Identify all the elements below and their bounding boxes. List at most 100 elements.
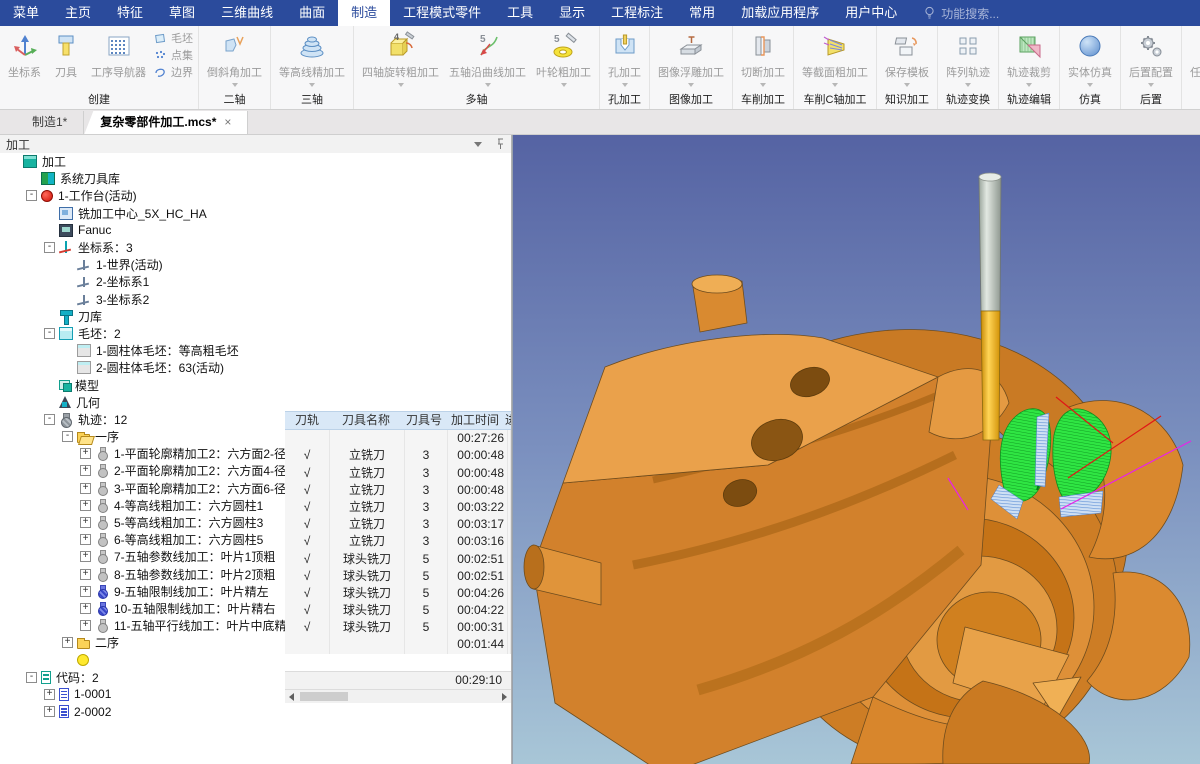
menu-item-0[interactable]: 菜单 [0,0,52,26]
table-row-10[interactable]: √ 球头铣刀 5 00:04:22 [285,602,511,620]
tree-item-14[interactable]: 几何 [0,394,511,411]
tree-item-32[interactable]: +2-0002 [0,703,511,720]
expand-icon[interactable]: + [80,620,91,632]
ribbon-button-0-1[interactable]: 刀具 [46,27,86,80]
tree-item-5[interactable]: - 坐标系：3 [0,239,511,256]
function-search[interactable]: 功能搜索... [924,5,999,22]
ribbon-button-12-0[interactable]: 后置配置 [1124,27,1178,87]
tree-item-8[interactable]: 3-坐标系2 [0,291,511,308]
ribbon-button-11-0[interactable]: 实体仿真 [1063,27,1117,87]
collapse-icon[interactable]: - [62,431,73,443]
ribbon-button-10-0[interactable]: 轨迹裁剪 [1002,27,1056,87]
menu-item-13[interactable]: 用户中心 [832,0,910,26]
table-row-12[interactable]: 00:01:44 [285,636,511,654]
op-tool-icon [95,533,109,548]
table-cell: 5 [405,602,448,620]
table-row-4[interactable]: √ 立铣刀 3 00:03:22 [285,498,511,517]
expand-icon[interactable]: + [80,517,91,529]
menu-item-1[interactable]: 主页 [52,0,104,26]
ribbon-button-9-0[interactable]: 阵列轨迹 [941,27,995,87]
close-icon[interactable]: × [224,111,231,134]
menu-item-5[interactable]: 曲面 [286,0,338,26]
viewport-3d[interactable] [512,135,1200,764]
ribbon-small-0-1[interactable]: 点集 [153,46,193,63]
expand-icon[interactable]: + [80,602,91,614]
table-row-7[interactable]: √ 球头铣刀 5 00:02:51 [285,550,511,568]
collapse-icon[interactable]: - [26,671,37,683]
ribbon-button-0-0[interactable]: 坐标系 [3,27,46,80]
tree-item-11[interactable]: 1-圆柱体毛坯：等高粗毛坯 [0,342,511,359]
ribbon-button-13-0[interactable]: 任务管理 [1185,27,1200,80]
chevron-down-icon[interactable] [474,141,482,147]
table-row-6[interactable]: √ 立铣刀 3 00:03:16 [285,533,511,551]
ribbon-button-2-0[interactable]: 等高线精加工 [274,27,350,87]
menu-item-7[interactable]: 工程模式零件 [390,0,494,26]
tree-item-3[interactable]: 铣加工中心_5X_HC_HA [0,205,511,222]
scroll-right-icon[interactable] [502,692,507,701]
menu-item-6[interactable]: 制造 [338,0,391,26]
expand-icon[interactable]: + [80,568,91,580]
tab-label: 复杂零部件加工.mcs* [100,115,217,129]
collapse-icon[interactable]: - [44,242,55,254]
expand-icon[interactable]: + [80,551,91,563]
table-row-3[interactable]: √ 立铣刀 3 00:00:48 [285,481,511,499]
ribbon-button-3-2[interactable]: 5 叶轮粗加工 [531,27,596,87]
expand-icon[interactable]: + [80,534,91,546]
tree-item-4[interactable]: Fanuc [0,222,511,239]
menu-item-9[interactable]: 显示 [546,0,598,26]
tree-item-9[interactable]: 刀库 [0,308,511,325]
ribbon-small-0-2[interactable]: 边界 [153,63,193,80]
tree-item-13[interactable]: 模型 [0,376,511,393]
table-row-2[interactable]: √ 立铣刀 3 00:00:48 [285,464,511,482]
scrollbar-thumb[interactable] [300,692,348,701]
ribbon-button-5-0[interactable]: 图像浮雕加工 [653,27,729,87]
expand-icon[interactable]: + [80,585,91,597]
tree-item-12[interactable]: 2-圆柱体毛坯：63(活动) [0,359,511,376]
tab-document-1[interactable]: 制造1* [16,111,85,134]
pin-icon[interactable] [496,138,505,150]
tree-item-10[interactable]: - 毛坯：2 [0,325,511,342]
table-row-1[interactable]: √ 立铣刀 3 00:00:48 [285,447,511,465]
ribbon-button-0-2[interactable]: 工序导航器 [86,27,151,80]
expand-icon[interactable]: + [80,482,91,494]
table-row-9[interactable]: √ 球头铣刀 5 00:04:26 [285,584,511,603]
menu-item-2[interactable]: 特征 [104,0,156,26]
ribbon-small-0-0[interactable]: 毛坯 [153,29,193,46]
expand-icon[interactable]: + [44,706,55,718]
ribbon-button-4-0[interactable]: 孔加工 [603,27,646,87]
table-row-14[interactable]: 00:29:10 [285,670,511,689]
tree-item-7[interactable]: 2-坐标系1 [0,273,511,290]
table-row-8[interactable]: √ 球头铣刀 5 00:02:51 [285,567,511,585]
ribbon-button-3-1[interactable]: 5 五轴沿曲线加工 [444,27,531,87]
table-row-5[interactable]: √ 立铣刀 3 00:03:17 [285,516,511,534]
tab-document-2-active[interactable]: 复杂零部件加工.mcs* × [84,111,249,134]
ribbon-button-6-0[interactable]: 切断加工 [736,27,790,87]
collapse-icon[interactable]: - [44,327,55,339]
menu-item-10[interactable]: 工程标注 [598,0,676,26]
table-row-11[interactable]: √ 球头铣刀 5 00:00:31 [285,619,511,637]
expand-icon[interactable]: + [44,688,55,700]
table-row-0[interactable]: 00:27:26 [285,430,511,448]
ribbon-button-3-0[interactable]: 4 四轴旋转粗加工 [357,27,444,87]
tree-item-1[interactable]: 系统刀具库 [0,170,511,187]
menu-item-3[interactable]: 草图 [156,0,208,26]
expand-icon[interactable]: + [80,448,91,460]
tree-item-0[interactable]: 加工 [0,153,511,170]
expand-icon[interactable]: + [62,637,73,649]
menu-item-12[interactable]: 加载应用程序 [728,0,832,26]
expand-icon[interactable]: + [80,465,91,477]
table-row-13[interactable] [285,653,511,671]
tree-item-2[interactable]: - 1-工作台(活动) [0,187,511,204]
collapse-icon[interactable]: - [44,413,55,425]
ribbon-button-1-0[interactable]: 倒斜角加工 [202,27,267,87]
horizontal-scrollbar[interactable] [285,689,511,703]
ribbon-button-7-0[interactable]: 等截面粗加工 [797,27,873,87]
expand-icon[interactable]: + [80,499,91,511]
menu-item-4[interactable]: 三维曲线 [208,0,286,26]
menu-item-8[interactable]: 工具 [494,0,546,26]
ribbon-button-8-0[interactable]: 保存模板 [880,27,934,87]
menu-item-11[interactable]: 常用 [676,0,728,26]
scroll-left-icon[interactable] [289,692,294,701]
tree-item-6[interactable]: 1-世界(活动) [0,256,511,273]
collapse-icon[interactable]: - [26,190,37,202]
